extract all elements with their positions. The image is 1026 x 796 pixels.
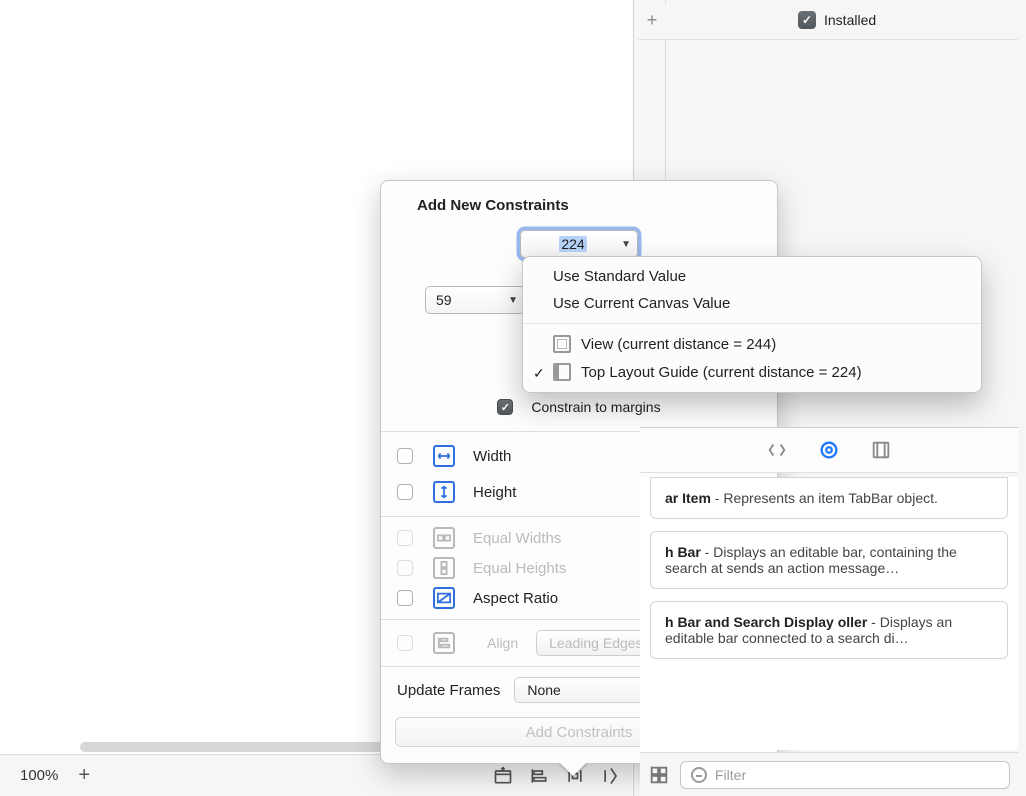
align-checkbox xyxy=(397,635,413,651)
tab-code-snippets[interactable] xyxy=(765,438,789,462)
tab-media-library[interactable] xyxy=(869,438,893,462)
left-spacing-value: 59 xyxy=(436,292,502,308)
option-use-standard-value[interactable]: Use Standard Value xyxy=(523,263,981,290)
embed-in-icon[interactable] xyxy=(492,765,514,787)
equal-heights-checkbox xyxy=(397,560,413,576)
layout-guide-icon xyxy=(553,363,571,381)
option-use-current-canvas-value[interactable]: Use Current Canvas Value xyxy=(523,290,981,317)
menu-separator xyxy=(523,323,981,324)
checkmark-icon: ✓ xyxy=(798,11,816,29)
filter-input[interactable]: Filter xyxy=(680,761,1010,789)
library-footer: Filter xyxy=(640,752,1018,796)
filter-icon xyxy=(691,767,707,783)
align-icon xyxy=(433,632,455,654)
view-icon xyxy=(553,335,571,353)
aspect-ratio-icon xyxy=(433,587,455,609)
resolve-issues-icon[interactable] xyxy=(600,765,622,787)
height-label: Height xyxy=(473,484,633,501)
width-icon xyxy=(433,445,455,467)
align-label: Align xyxy=(487,635,518,651)
height-checkbox[interactable] xyxy=(397,484,413,500)
update-frames-label: Update Frames xyxy=(397,682,500,699)
left-spacing-combo[interactable]: 59 ▼ xyxy=(425,286,525,314)
constrain-margins-label: Constrain to margins xyxy=(531,399,660,415)
option-view-distance[interactable]: View (current distance = 244) xyxy=(523,330,981,358)
chevron-down-icon: ▼ xyxy=(621,239,631,250)
spacing-options-menu: Use Standard Value Use Current Canvas Va… xyxy=(522,256,982,393)
installed-row: + ✓ Installed xyxy=(638,4,1018,40)
grid-view-icon[interactable] xyxy=(648,764,670,786)
popover-arrow xyxy=(559,762,587,776)
installed-checkbox[interactable]: ✓ Installed xyxy=(798,11,876,29)
width-checkbox[interactable] xyxy=(397,448,413,464)
align-icon[interactable] xyxy=(528,765,550,787)
checkmark-icon: ✓ xyxy=(533,365,545,382)
zoom-level[interactable]: 100% xyxy=(20,767,58,784)
equal-heights-icon xyxy=(433,557,455,579)
library-tabs xyxy=(640,427,1018,473)
filter-placeholder: Filter xyxy=(715,767,746,783)
top-spacing-combo[interactable]: 224 ▼ xyxy=(520,230,638,258)
popover-title: Add New Constraints xyxy=(381,181,777,220)
aspect-ratio-checkbox[interactable] xyxy=(397,590,413,606)
add-constraint-icon[interactable]: + xyxy=(642,10,662,30)
top-spacing-value: 224 xyxy=(531,236,615,252)
installed-label: Installed xyxy=(824,12,876,28)
option-top-layout-guide[interactable]: ✓ Top Layout Guide (current distance = 2… xyxy=(523,358,981,386)
equal-widths-checkbox xyxy=(397,530,413,546)
chevron-down-icon: ▼ xyxy=(508,295,518,306)
library-item[interactable]: h Bar - Displays an editable bar, contai… xyxy=(650,531,1008,589)
equal-widths-icon xyxy=(433,527,455,549)
height-icon xyxy=(433,481,455,503)
library-item[interactable]: h Bar and Search Display oller - Display… xyxy=(650,601,1008,659)
zoom-plus-icon[interactable]: + xyxy=(78,764,90,787)
object-library-list[interactable]: ar Item - Represents an item TabBar obje… xyxy=(640,477,1018,750)
width-label: Width xyxy=(473,448,633,465)
tab-object-library[interactable] xyxy=(817,438,841,462)
constrain-margins-checkbox[interactable]: ✓ xyxy=(497,399,513,415)
library-item[interactable]: ar Item - Represents an item TabBar obje… xyxy=(650,477,1008,519)
